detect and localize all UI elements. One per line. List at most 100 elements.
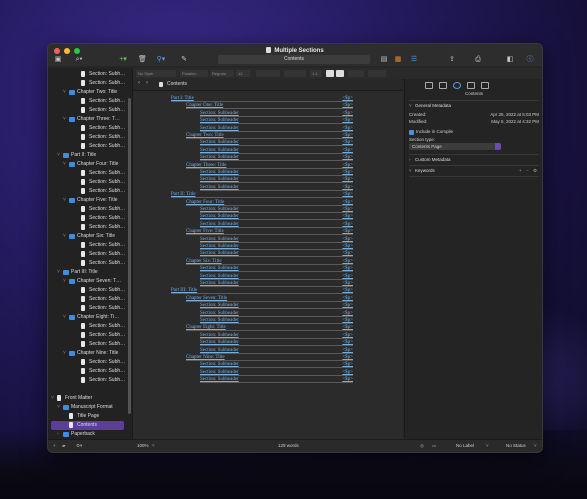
toc-entry-link[interactable]: Section: Subheader: [200, 184, 239, 192]
binder-document-item[interactable]: Section: Subh…: [48, 376, 132, 385]
binder-scrollbar[interactable]: [128, 98, 131, 414]
binder-document-item[interactable]: Section: Subh…: [48, 133, 132, 142]
style-select[interactable]: No Style: [136, 70, 176, 77]
gear-icon[interactable]: ⚙▾: [76, 443, 82, 449]
gear-icon[interactable]: ⚙: [533, 168, 537, 174]
remove-keyword-icon[interactable]: −: [526, 168, 529, 173]
binder-document-item[interactable]: Section: Subh…: [48, 169, 132, 178]
table-button[interactable]: [368, 70, 386, 77]
chevron-down-icon[interactable]: ˅: [409, 168, 412, 173]
binder-folder-item[interactable]: ˅ Chapter Three: T…: [48, 115, 132, 124]
font-size-select[interactable]: 12: [236, 70, 250, 77]
text-color-button[interactable]: [326, 70, 334, 77]
binder-folder-item[interactable]: ˅ Manuscript Format: [48, 403, 132, 412]
binder-document-item[interactable]: Section: Subh…: [48, 205, 132, 214]
share-icon[interactable]: ⇪: [448, 55, 456, 65]
binder-document-item[interactable]: Section: Subh…: [48, 295, 132, 304]
font-select[interactable]: Palatino: [180, 70, 208, 77]
binder-folder-item[interactable]: ˅ Chapter Two: Title: [48, 88, 132, 97]
keywords-header[interactable]: Keywords: [415, 168, 435, 173]
inspector-info-icon[interactable]: ⓘ: [526, 55, 534, 65]
back-arrow-icon[interactable]: ‹: [138, 80, 140, 86]
target-icon[interactable]: ◎: [420, 443, 424, 449]
metadata-tab-icon[interactable]: [453, 82, 461, 89]
chevron-right-icon[interactable]: ›: [57, 430, 59, 439]
quick-reference-icon[interactable]: ◧: [506, 55, 514, 65]
chevron-down-icon[interactable]: ˅: [63, 115, 66, 124]
list-button[interactable]: [348, 70, 364, 77]
binder-folder-item[interactable]: ˅ Chapter Five: Title: [48, 196, 132, 205]
binder-folder-item[interactable]: ˅ Part III: Title: [48, 268, 132, 277]
view-mode-outline-icon[interactable]: ☰: [410, 55, 418, 65]
toc-entry-link[interactable]: Section: Subheader: [200, 280, 239, 288]
binder-document-item[interactable]: Section: Subh…: [48, 322, 132, 331]
trash-icon[interactable]: 🗑: [138, 55, 147, 65]
binder-document-item[interactable]: Section: Subh…: [48, 97, 132, 106]
chevron-down-icon[interactable]: ˅: [57, 268, 60, 277]
bold-button[interactable]: [256, 70, 264, 77]
snapshots-tab-icon[interactable]: [467, 82, 475, 89]
binder-folder-item[interactable]: ˅ Chapter Four: Title: [48, 160, 132, 169]
chevron-down-icon[interactable]: ˅: [152, 443, 155, 448]
chevron-down-icon[interactable]: ˅: [57, 403, 60, 412]
zoom-level[interactable]: 100%: [137, 443, 149, 448]
chevron-down-icon[interactable]: ˅: [63, 160, 66, 169]
binder-document-item[interactable]: Section: Subh…: [48, 250, 132, 259]
note-icon[interactable]: ▭: [432, 443, 436, 449]
status-select[interactable]: No Status: [506, 443, 526, 448]
add-folder-icon[interactable]: ▰: [62, 443, 65, 449]
binder-document-item[interactable]: Contents: [51, 421, 124, 430]
link-icon[interactable]: ⚲▾: [154, 55, 168, 65]
binder-document-item[interactable]: Section: Subh…: [48, 106, 132, 115]
binder-folder-item[interactable]: ˅ Chapter Eight: Ti…: [48, 313, 132, 322]
binder-document-item[interactable]: Section: Subh…: [48, 70, 132, 79]
binder-document-item[interactable]: ˅ Front Matter: [48, 394, 132, 403]
underline-button[interactable]: [272, 70, 280, 77]
binder-folder-item[interactable]: ˅ Chapter Six: Title: [48, 232, 132, 241]
search-icon[interactable]: ⌕▾: [72, 55, 86, 65]
general-metadata-header[interactable]: General Metadata: [415, 103, 451, 108]
italic-button[interactable]: [264, 70, 272, 77]
binder-folder-item[interactable]: ˅ Chapter Seven: T…: [48, 277, 132, 286]
binder-document-item[interactable]: Title Page: [48, 412, 132, 421]
binder-document-item[interactable]: Section: Subh…: [48, 286, 132, 295]
binder-document-item[interactable]: Section: Subh…: [48, 142, 132, 151]
binder-document-item[interactable]: Section: Subh…: [48, 214, 132, 223]
section-type-select[interactable]: Contents Page: [409, 143, 501, 150]
chevron-down-icon[interactable]: ˅: [63, 277, 66, 286]
binder-document-item[interactable]: Section: Subh…: [48, 259, 132, 268]
binder-document-item[interactable]: Section: Subh…: [48, 304, 132, 313]
include-compile-checkbox[interactable]: [409, 130, 414, 135]
binder-document-item[interactable]: Section: Subh…: [48, 124, 132, 133]
chevron-down-icon[interactable]: ˅: [63, 88, 66, 97]
add-keyword-icon[interactable]: +: [519, 168, 522, 173]
compose-icon[interactable]: ✎: [180, 55, 188, 65]
view-mode-document-icon[interactable]: ▤: [380, 55, 388, 65]
chevron-right-icon[interactable]: ›: [409, 157, 411, 162]
binder-document-item[interactable]: Section: Subh…: [48, 223, 132, 232]
chevron-down-icon[interactable]: ˅: [63, 313, 66, 322]
highlight-color-button[interactable]: [336, 70, 344, 77]
binder-document-item[interactable]: Section: Subh…: [48, 187, 132, 196]
binder-document-item[interactable]: Section: Subh…: [48, 367, 132, 376]
binder-document-item[interactable]: Section: Subh…: [48, 79, 132, 88]
line-spacing-select[interactable]: 1.1: [310, 70, 322, 77]
forward-arrow-icon[interactable]: ›: [146, 80, 148, 86]
add-item-icon[interactable]: +▾: [116, 55, 130, 65]
document-title-field[interactable]: Contents: [218, 55, 370, 64]
chevron-down-icon[interactable]: ˅: [63, 232, 66, 241]
alignment-buttons[interactable]: [284, 70, 306, 77]
custom-metadata-header[interactable]: Custom Metadata: [415, 157, 451, 162]
notes-tab-icon[interactable]: [425, 82, 433, 89]
view-mode-corkboard-icon[interactable]: ▦: [394, 55, 402, 65]
chevron-down-icon[interactable]: ˅: [409, 103, 412, 108]
toc-entry-link[interactable]: Section: Subheader: [200, 376, 239, 384]
bookmarks-tab-icon[interactable]: [439, 82, 447, 89]
chevron-down-icon[interactable]: ˅: [51, 394, 54, 403]
weight-select[interactable]: Regular: [210, 70, 234, 77]
add-binder-item-icon[interactable]: +: [53, 443, 56, 448]
comments-tab-icon[interactable]: [481, 82, 489, 89]
editor-pane[interactable]: Part I: Title <$p> Chapter One: Title <$p> S…: [133, 91, 403, 440]
binder-document-item[interactable]: Section: Subh…: [48, 241, 132, 250]
label-select[interactable]: No Label: [456, 443, 474, 448]
